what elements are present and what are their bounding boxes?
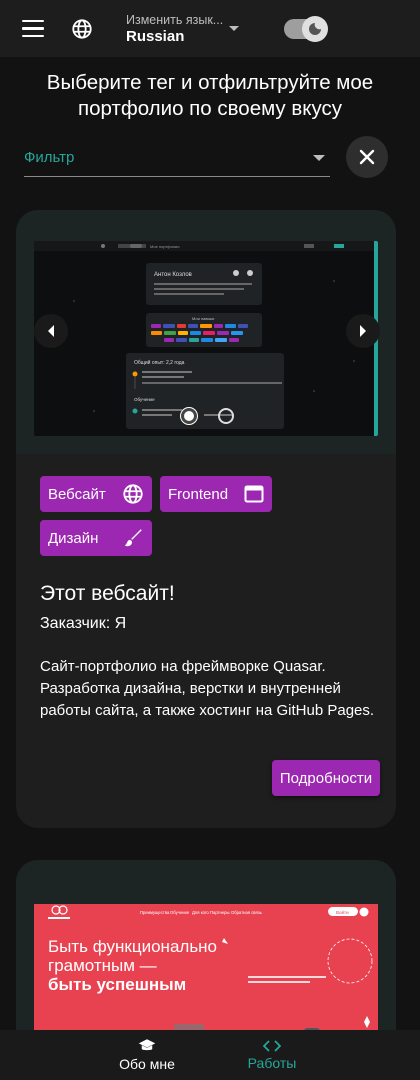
carousel-dots <box>181 408 234 424</box>
top-toolbar: Изменить язык... Russian <box>0 0 420 57</box>
chevron-down-icon <box>313 155 325 161</box>
clear-filter-button[interactable] <box>346 136 388 178</box>
project-description: Сайт-портфолио на фреймворке Quasar. Раз… <box>40 658 375 719</box>
screenshot-nav-label: Мое портфолио <box>150 244 180 249</box>
moon-icon <box>302 15 328 42</box>
nav-about-me[interactable]: Обо мне <box>87 1030 207 1080</box>
menu-icon[interactable] <box>22 19 44 38</box>
carousel-prev-button[interactable] <box>34 314 68 348</box>
chevron-right-icon <box>360 325 366 337</box>
carousel-dot-1[interactable] <box>181 408 197 424</box>
tag-frontend[interactable]: Frontend <box>160 476 272 512</box>
project-card: Мое портфолио Антон Козлов Мои навыки Об… <box>16 210 396 828</box>
chevron-left-icon <box>48 325 54 337</box>
screenshot-nav-item: Обучение <box>170 910 190 915</box>
language-select-caption: Изменить язык... <box>126 12 224 27</box>
filter-label: Фильтр <box>24 149 75 166</box>
carousel-dot-2[interactable] <box>218 408 234 424</box>
language-select[interactable]: Изменить язык... Russian <box>126 13 226 45</box>
screenshot-nav-item: Обратная связь <box>231 910 263 915</box>
nav-label: Обо мне <box>119 1056 175 1072</box>
screenshot-experience-heading: Общий опыт: 2,2 года <box>134 359 185 366</box>
code-icon <box>263 1040 281 1052</box>
screenshot-login-label: Войти <box>336 909 349 915</box>
tag-design[interactable]: Дизайн <box>40 520 152 556</box>
screenshot-nav-item: Преимущества <box>140 910 170 915</box>
tag-label: Дизайн <box>48 529 99 547</box>
project-customer: Заказчик: Я <box>40 615 127 632</box>
details-button[interactable]: Подробности <box>272 760 380 796</box>
tag-website[interactable]: Вебсайт <box>40 476 152 512</box>
theme-toggle[interactable] <box>284 15 328 42</box>
chevron-down-icon[interactable] <box>229 26 239 31</box>
screenshot-education-heading: Обучение <box>134 397 155 402</box>
screenshot-headline: быть успешным <box>48 975 186 994</box>
project-screenshot: Мое портфолио Антон Козлов Мои навыки Об… <box>34 241 378 436</box>
carousel-next-button[interactable] <box>346 314 380 348</box>
bottom-navigation: Обо мне Работы <box>0 1030 420 1080</box>
nav-label: Работы <box>247 1055 297 1071</box>
window-icon <box>244 485 264 503</box>
screenshot-nav-item: Партнеры <box>210 910 229 915</box>
graduation-cap-icon <box>138 1039 156 1051</box>
screenshot-nav-item: Для кого <box>192 910 209 915</box>
project-carousel: Мое портфолио Антон Козлов Мои навыки Об… <box>16 210 396 454</box>
language-select-value: Russian <box>126 27 185 45</box>
page-title: Выберите тег и отфильтруйте мое портфоли… <box>46 71 374 120</box>
screenshot-headline: грамотным — <box>48 956 157 975</box>
globe-icon[interactable] <box>71 18 93 40</box>
nav-works[interactable]: Работы <box>212 1030 332 1080</box>
globe-icon <box>123 484 143 504</box>
project-title: Этот вебсайт! <box>40 582 175 605</box>
filter-select[interactable]: Фильтр <box>24 137 330 177</box>
brush-icon <box>124 529 142 547</box>
screenshot-skills-heading: Мои навыки <box>192 316 214 321</box>
tag-label: Frontend <box>168 485 229 503</box>
screenshot-headline: Быть функционально <box>48 937 217 956</box>
close-icon <box>359 149 375 165</box>
tag-label: Вебсайт <box>48 485 106 503</box>
screenshot-name: Антон Козлов <box>154 272 192 278</box>
